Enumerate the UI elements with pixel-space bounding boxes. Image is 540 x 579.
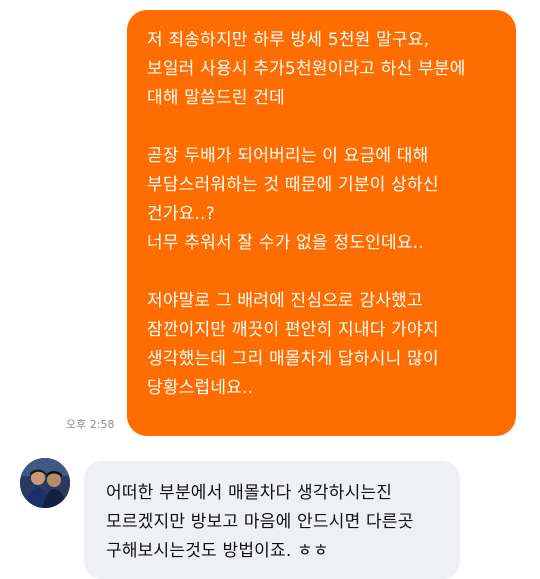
message-line: 모르겠지만 방보고 마음에 안드시면 다른곳 (106, 512, 414, 532)
message-line: 보일러 사용시 추가5천원이라고 하신 부분에 (147, 59, 466, 79)
message-timestamp: 오후 2:58 (66, 418, 115, 431)
message-line: 어떠한 부분에서 매몰차다 생각하시는진 (106, 483, 393, 503)
message-line: 구해보시는것도 방법이죠. ㅎㅎ (106, 541, 329, 561)
message-line: 저야말로 그 배려에 진심으로 감사했고 (147, 291, 423, 311)
message-line: 곧장 두배가 되어버리는 이 요금에 대해 (147, 146, 429, 166)
message-line: 당황스럽네요.. (147, 378, 254, 398)
chat-thread: 저 죄송하지만 하루 방세 5천원 말구요, 보일러 사용시 추가5천원이라고 … (0, 0, 540, 579)
sent-message-bubble[interactable]: 저 죄송하지만 하루 방세 5천원 말구요, 보일러 사용시 추가5천원이라고 … (127, 10, 516, 436)
message-line: 잠깐이지만 깨끗이 편안히 지내다 가야지 (147, 320, 439, 340)
received-message-bubble[interactable]: 어떠한 부분에서 매몰차다 생각하시는진 모르겠지만 방보고 마음에 안드시면 … (84, 461, 460, 579)
message-line: 너무 추워서 잘 수가 없을 정도인데요.. (147, 233, 424, 253)
profile-photo-icon (20, 458, 70, 508)
message-line: 부담스러워하는 것 때문에 기분이 상하신 (147, 175, 439, 195)
avatar[interactable] (20, 458, 70, 508)
message-line: 저 죄송하지만 하루 방세 5천원 말구요, (147, 30, 430, 50)
message-line: 생각했는데 그리 매몰차게 답하시니 많이 (147, 349, 439, 369)
message-line: 대해 말씀드린 건데 (147, 88, 285, 108)
message-line: 건가요..? (147, 204, 215, 224)
